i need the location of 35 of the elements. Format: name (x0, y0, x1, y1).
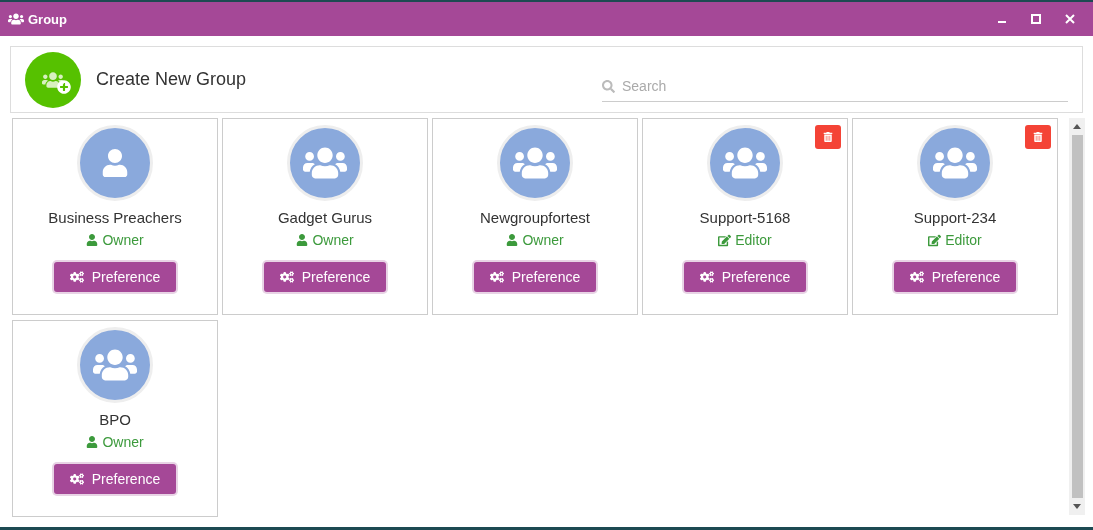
role-label: Owner (102, 232, 144, 248)
group-icon (8, 11, 24, 27)
delete-button[interactable] (1025, 125, 1051, 149)
role-label: Editor (735, 232, 772, 248)
role-label: Owner (102, 434, 144, 450)
gears-icon (69, 270, 84, 284)
group-name: Newgroupfortest (479, 209, 591, 226)
search-icon (602, 79, 615, 93)
preference-button[interactable]: Preference (684, 262, 806, 292)
group-name: BPO (99, 411, 131, 428)
preference-button[interactable]: Preference (264, 262, 386, 292)
group-name: Support-234 (913, 209, 997, 226)
close-icon (1065, 14, 1075, 24)
delete-button[interactable] (815, 125, 841, 149)
scrollbar[interactable] (1069, 118, 1085, 515)
preference-button[interactable]: Preference (474, 262, 596, 292)
gears-icon (489, 270, 504, 284)
preference-button[interactable]: Preference (54, 262, 176, 292)
gears-icon (699, 270, 714, 284)
role-label: Editor (945, 232, 982, 248)
group-name: Gadget Gurus (277, 209, 373, 226)
preference-button[interactable]: Preference (54, 464, 176, 494)
gears-icon (279, 270, 294, 284)
trash-icon (1033, 132, 1043, 142)
preference-button[interactable]: Preference (894, 262, 1016, 292)
window-title: Group (28, 11, 68, 27)
gears-icon (909, 270, 924, 284)
trash-icon (823, 132, 833, 142)
gears-icon (69, 472, 84, 486)
role-label: Owner (522, 232, 564, 248)
group-name: Support-5168 (699, 209, 791, 226)
create-group-button[interactable]: Create New Group (25, 51, 247, 108)
maximize-icon (1031, 14, 1041, 24)
group-name: Business Preachers (48, 209, 182, 226)
role-label: Owner (312, 232, 354, 248)
